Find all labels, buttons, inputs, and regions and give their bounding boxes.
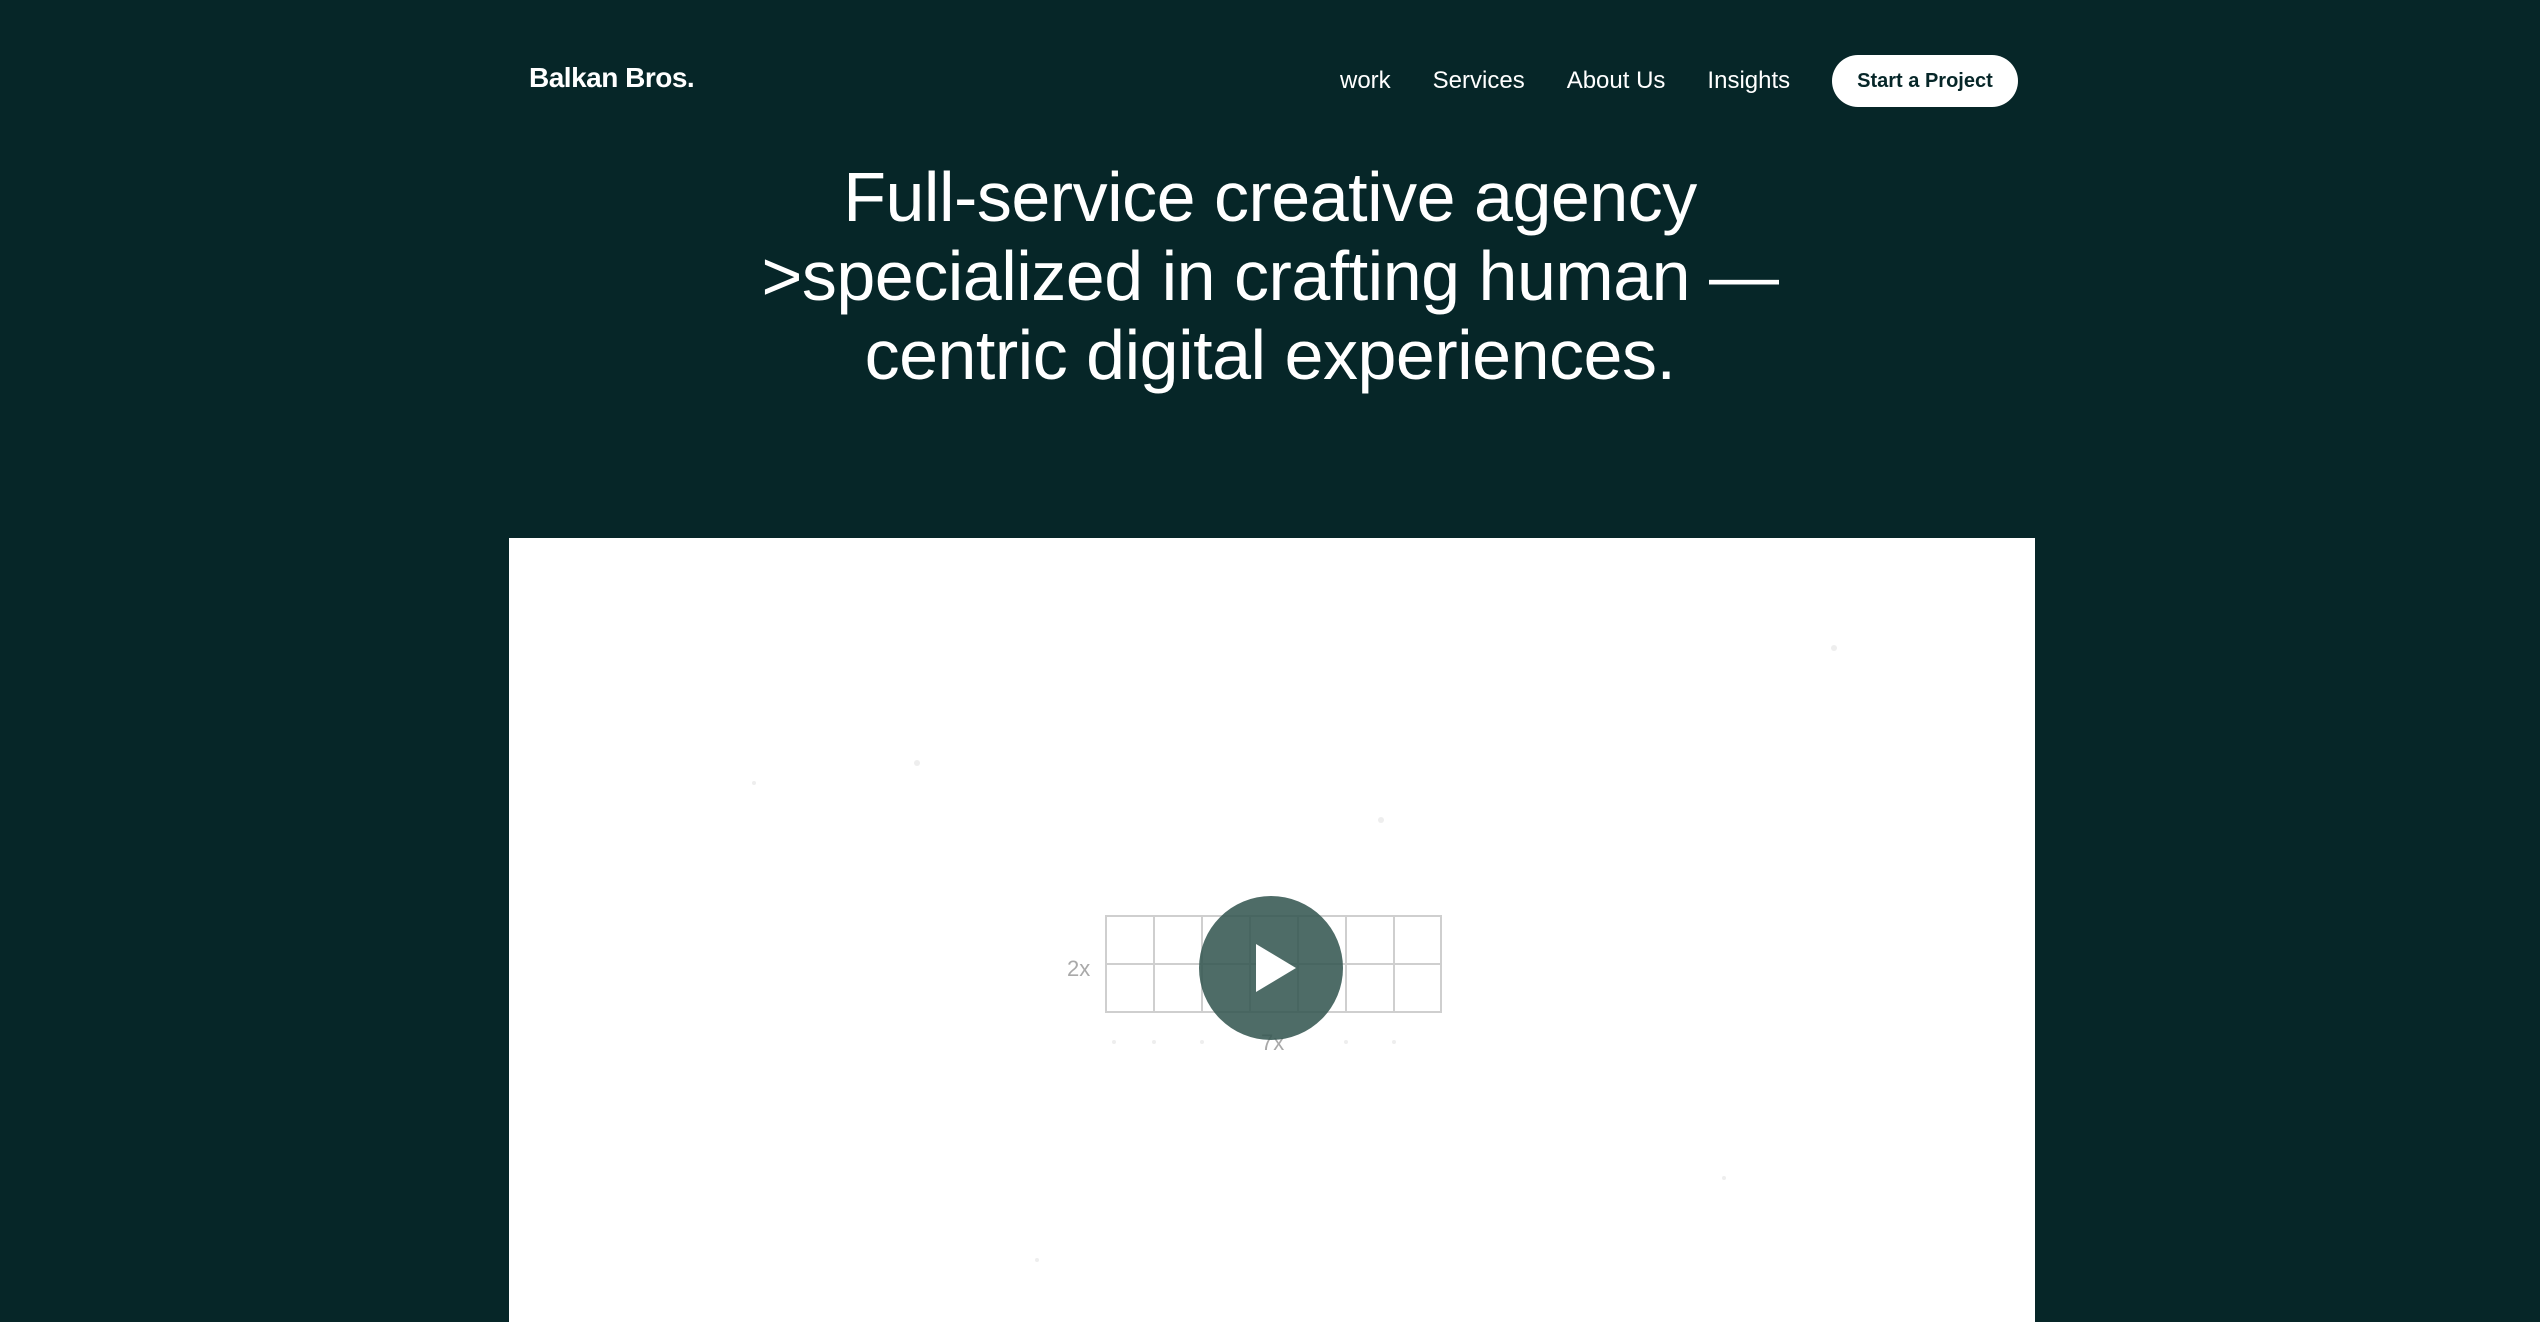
grid-label-rows: 2x (1067, 956, 1091, 981)
nav-item-insights[interactable]: Insights (1707, 67, 1790, 95)
start-project-button[interactable]: Start a Project (1832, 55, 2018, 107)
main-nav: work Services About Us Insights Start a … (1340, 55, 2018, 107)
hero-line-2: >specialized in crafting human — (761, 237, 1779, 315)
logo[interactable]: Balkan Bros. (529, 62, 695, 94)
site-header: Balkan Bros. work Services About Us Insi… (0, 0, 2540, 160)
hero-line-1: Full-service creative agency (843, 158, 1697, 236)
play-button[interactable] (1199, 896, 1343, 1040)
video-player[interactable]: 2x 7x (509, 538, 2035, 1322)
hero-line-3: centric digital experiences. (864, 316, 1676, 394)
hero-heading: Full-service creative agency >specialize… (650, 158, 1890, 395)
nav-item-about-us[interactable]: About Us (1567, 67, 1666, 95)
nav-item-work[interactable]: work (1340, 67, 1391, 95)
play-icon (1256, 944, 1296, 992)
nav-item-services[interactable]: Services (1433, 67, 1525, 95)
